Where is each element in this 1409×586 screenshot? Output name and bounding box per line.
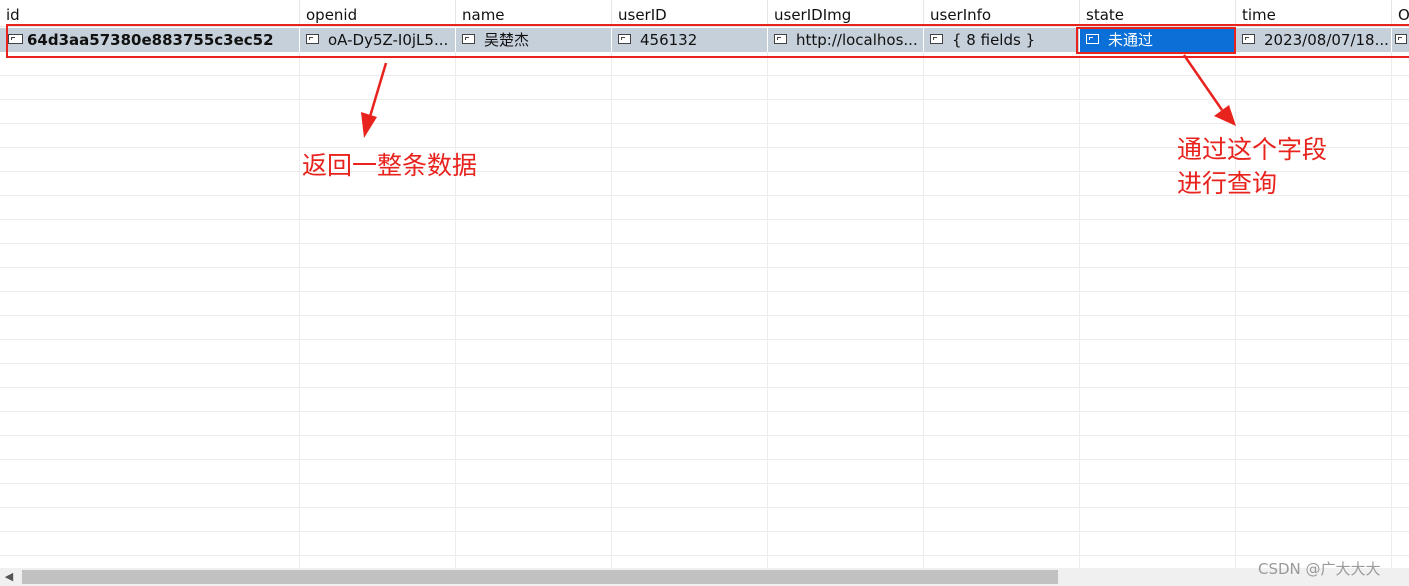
horizontal-scrollbar[interactable]: ◀ (0, 568, 1409, 586)
annotation-query-field-line1: 通过这个字段 (1177, 135, 1328, 164)
scroll-thumb[interactable] (22, 570, 1058, 584)
left-arrow-icon (361, 62, 388, 138)
annotation-return-row: 返回一整条数据 (302, 151, 478, 180)
right-arrow-icon (1182, 54, 1236, 126)
watermark: CSDN @广大大大 (1258, 560, 1381, 578)
scroll-left-icon[interactable]: ◀ (0, 568, 18, 586)
annotation-query-field-line2: 进行查询 (1177, 169, 1278, 198)
annotation-arrows (361, 54, 1236, 138)
